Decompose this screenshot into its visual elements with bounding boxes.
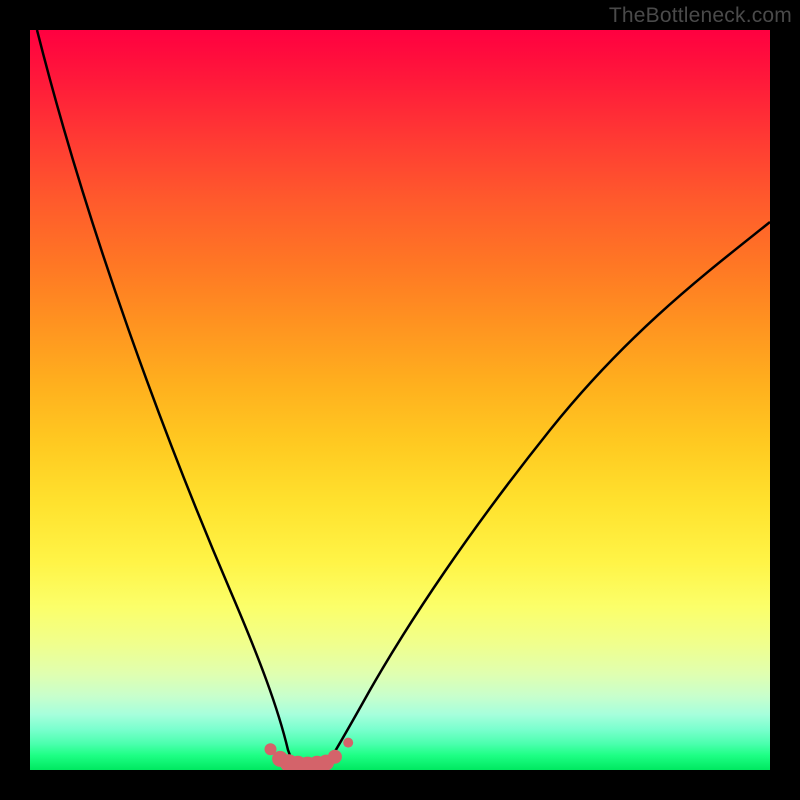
- outer-frame: TheBottleneck.com: [0, 0, 800, 800]
- plot-area: [30, 30, 770, 770]
- watermark-text: TheBottleneck.com: [609, 4, 792, 28]
- left-branch-path: [37, 30, 296, 766]
- right-branch-path: [326, 222, 770, 766]
- curve-layer: [30, 30, 770, 770]
- marker-dot: [328, 750, 342, 764]
- marker-dot: [343, 738, 353, 748]
